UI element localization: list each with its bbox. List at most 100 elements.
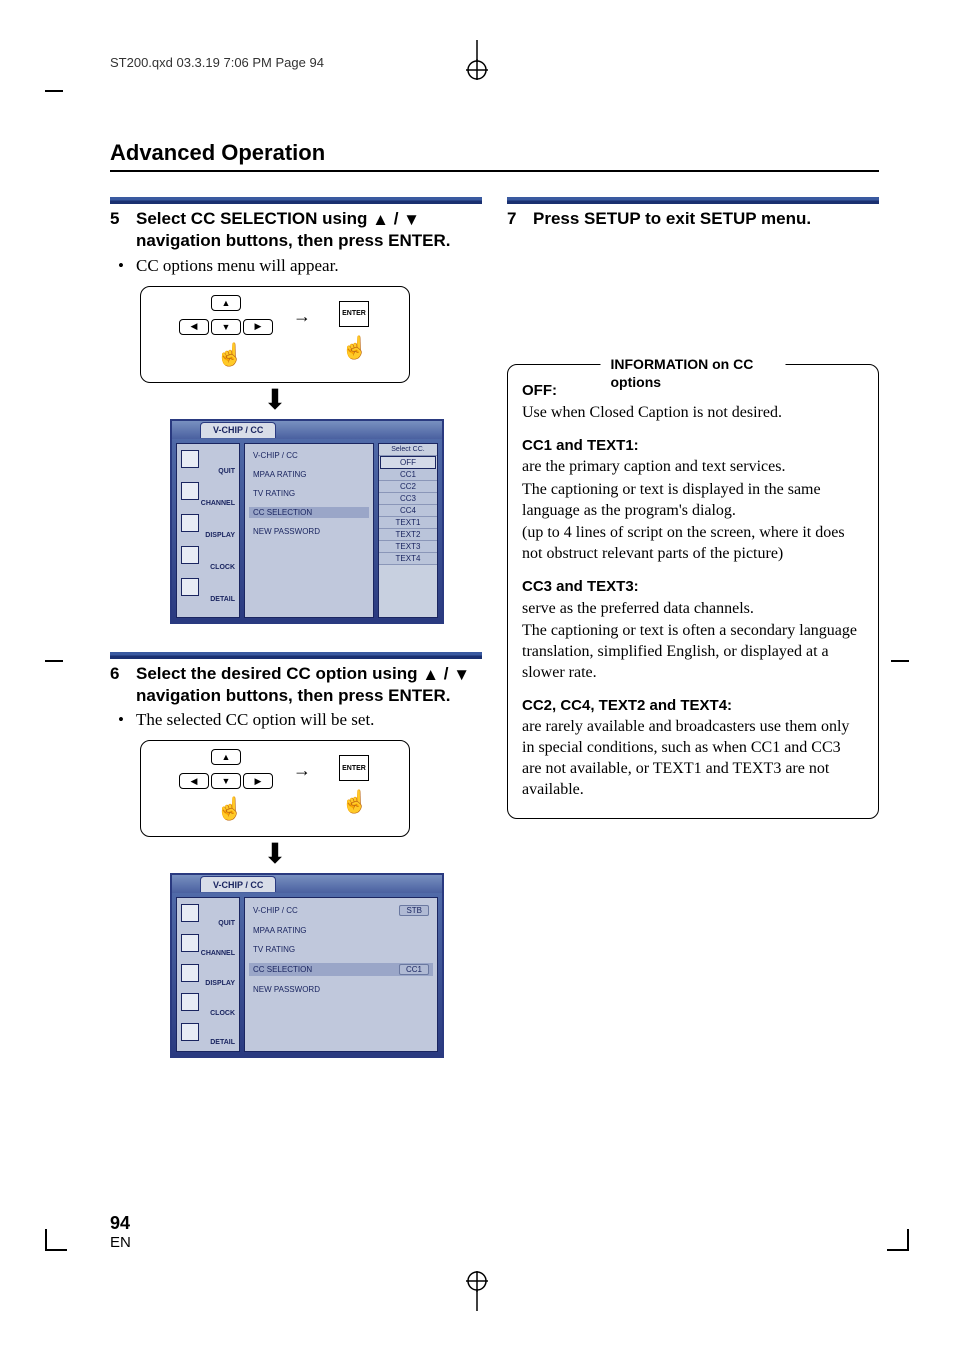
osd-value-pill: CC1 (399, 964, 429, 975)
crop-mark-top (464, 40, 490, 80)
osd-main: V-CHIP / CC STB MPAA RATING TV RATING CC… (244, 897, 438, 1052)
nav-up-button[interactable]: ▲ (211, 749, 241, 765)
hand-pointer-icon: ☝ (341, 335, 368, 361)
osd-menu-item: MPAA RATING (249, 469, 369, 480)
crop-tick-right (891, 660, 909, 662)
osd-main: V-CHIP / CC MPAA RATING TV RATING CC SEL… (244, 443, 374, 618)
osd-value-pill: STB (399, 905, 429, 916)
remote-figure: ▲ ◀ ▼ ▶ → ENTER ☝ ☝ ⬇ V-CHIP / CC (140, 286, 410, 624)
osd-side-item: DETAIL (179, 1021, 237, 1047)
osd-side-item: QUIT (179, 448, 237, 476)
enter-button[interactable]: ENTER (339, 755, 369, 781)
page-number: 94 (110, 1213, 131, 1234)
crop-tick-left (45, 660, 63, 662)
step-text: Select the desired CC option using ▲ / ▼… (136, 663, 482, 707)
page: ST200.qxd 03.3.19 7:06 PM Page 94 Advanc… (0, 0, 954, 1351)
nav-left-button[interactable]: ◀ (179, 319, 209, 335)
down-triangle-icon: ▼ (403, 209, 420, 230)
left-column: 5 Select CC SELECTION using ▲ / ▼ naviga… (110, 197, 482, 1058)
nav-up-button[interactable]: ▲ (211, 295, 241, 311)
hand-pointer-icon: ☝ (341, 789, 368, 815)
page-lang: EN (110, 1234, 131, 1251)
down-arrow-icon: ⬇ (140, 387, 410, 415)
osd-menu-item: V-CHIP / CC (249, 450, 369, 461)
osd-side-item: CLOCK (179, 544, 237, 572)
step-bar (110, 652, 482, 659)
crop-mark-bottom (464, 1271, 490, 1311)
osd-menu-item: NEW PASSWORD (249, 984, 433, 995)
osd-sub-item: CC2 (379, 481, 437, 493)
page-number-block: 94 EN (110, 1213, 131, 1251)
step-number: 5 (110, 208, 128, 252)
right-column: 7 Press SETUP to exit SETUP menu. INFORM… (507, 197, 879, 1058)
osd-side-item: CHANNEL (179, 480, 237, 508)
osd-menu-item: MPAA RATING (249, 925, 433, 936)
info-title: INFORMATION on CC options (601, 355, 786, 391)
remote-nav-box: ▲ ◀ ▼ ▶ → ENTER ☝ ☝ (140, 740, 410, 837)
osd-sidebar: QUIT CHANNEL DISPLAY CLOCK DETAIL (176, 443, 240, 618)
arrow-right-icon: → (293, 760, 311, 781)
step-bar (507, 197, 879, 204)
osd-tab-row: V-CHIP / CC (172, 421, 442, 439)
enter-button[interactable]: ENTER (339, 301, 369, 327)
step-5: 5 Select CC SELECTION using ▲ / ▼ naviga… (110, 208, 482, 252)
osd-sidebar: QUIT CHANNEL DISPLAY CLOCK DETAIL (176, 897, 240, 1052)
osd-body: QUIT CHANNEL DISPLAY CLOCK DETAIL V-CHIP… (172, 893, 442, 1056)
hand-pointer-icon: ☝ (216, 796, 243, 822)
info-text: serve as the preferred data channels. (522, 599, 864, 620)
info-text: are rarely available and broadcasters us… (522, 717, 864, 800)
print-header: ST200.qxd 03.3.19 7:06 PM Page 94 (110, 55, 879, 70)
osd-side-item: CHANNEL (179, 932, 237, 958)
osd-tab: V-CHIP / CC (200, 876, 276, 892)
osd-tab: V-CHIP / CC (200, 422, 276, 438)
nav-down-button[interactable]: ▼ (211, 319, 241, 335)
osd-tab-row: V-CHIP / CC (172, 875, 442, 893)
osd-menu-item: TV RATING (249, 488, 369, 499)
down-arrow-icon: ⬇ (140, 841, 410, 869)
osd-sub-item: TEXT3 (379, 541, 437, 553)
osd-sub-item: TEXT2 (379, 529, 437, 541)
info-text: The captioning or text is often a second… (522, 621, 864, 683)
osd-sub-item: CC4 (379, 505, 437, 517)
osd-screen-1: V-CHIP / CC QUIT CHANNEL DISPLAY CLOCK D… (170, 419, 444, 624)
osd-side-item: DETAIL (179, 576, 237, 604)
columns: 5 Select CC SELECTION using ▲ / ▼ naviga… (110, 197, 879, 1058)
crop-tick-top-left (45, 90, 63, 92)
info-heading-cc1: CC1 and TEXT1: (522, 436, 864, 456)
nav-left-button[interactable]: ◀ (179, 773, 209, 789)
osd-submenu: Select CC. OFF CC1 CC2 CC3 CC4 TEXT1 TEX… (378, 443, 438, 618)
section-title: Advanced Operation (110, 140, 879, 172)
step-text: Select CC SELECTION using ▲ / ▼ navigati… (136, 208, 482, 252)
up-triangle-icon: ▲ (372, 209, 389, 230)
down-triangle-icon: ▼ (453, 664, 470, 685)
remote-figure: ▲ ◀ ▼ ▶ → ENTER ☝ ☝ ⬇ V-CHIP / CC (140, 740, 410, 1058)
osd-menu-item: NEW PASSWORD (249, 526, 369, 537)
osd-menu-item-selected: CC SELECTION (249, 507, 369, 518)
osd-menu-item-selected: CC SELECTION CC1 (249, 963, 433, 976)
step-6-note: The selected CC option will be set. (110, 710, 482, 730)
info-heading-cc3: CC3 and TEXT3: (522, 577, 864, 597)
osd-body: QUIT CHANNEL DISPLAY CLOCK DETAIL V-CHIP… (172, 439, 442, 622)
osd-menu-item: TV RATING (249, 944, 433, 955)
step-number: 6 (110, 663, 128, 707)
info-heading-cc2: CC2, CC4, TEXT2 and TEXT4: (522, 696, 864, 716)
osd-side-item: DISPLAY (179, 962, 237, 988)
nav-right-button[interactable]: ▶ (243, 319, 273, 335)
remote-nav-box: ▲ ◀ ▼ ▶ → ENTER ☝ ☝ (140, 286, 410, 383)
osd-side-item: CLOCK (179, 991, 237, 1017)
nav-down-button[interactable]: ▼ (211, 773, 241, 789)
nav-right-button[interactable]: ▶ (243, 773, 273, 789)
osd-sub-item: CC1 (379, 469, 437, 481)
info-text: (up to 4 lines of script on the screen, … (522, 523, 864, 565)
crop-corner-bl (45, 1229, 67, 1251)
osd-sub-item: TEXT1 (379, 517, 437, 529)
crop-corner-br (887, 1229, 909, 1251)
osd-screen-2: V-CHIP / CC QUIT CHANNEL DISPLAY CLOCK D… (170, 873, 444, 1058)
info-box: INFORMATION on CC options OFF: Use when … (507, 364, 879, 819)
hand-pointer-icon: ☝ (216, 342, 243, 368)
osd-sub-item-selected: OFF (380, 456, 436, 469)
info-text: are the primary caption and text service… (522, 457, 864, 478)
arrow-right-icon: → (293, 306, 311, 327)
step-number: 7 (507, 208, 525, 229)
up-triangle-icon: ▲ (422, 664, 439, 685)
